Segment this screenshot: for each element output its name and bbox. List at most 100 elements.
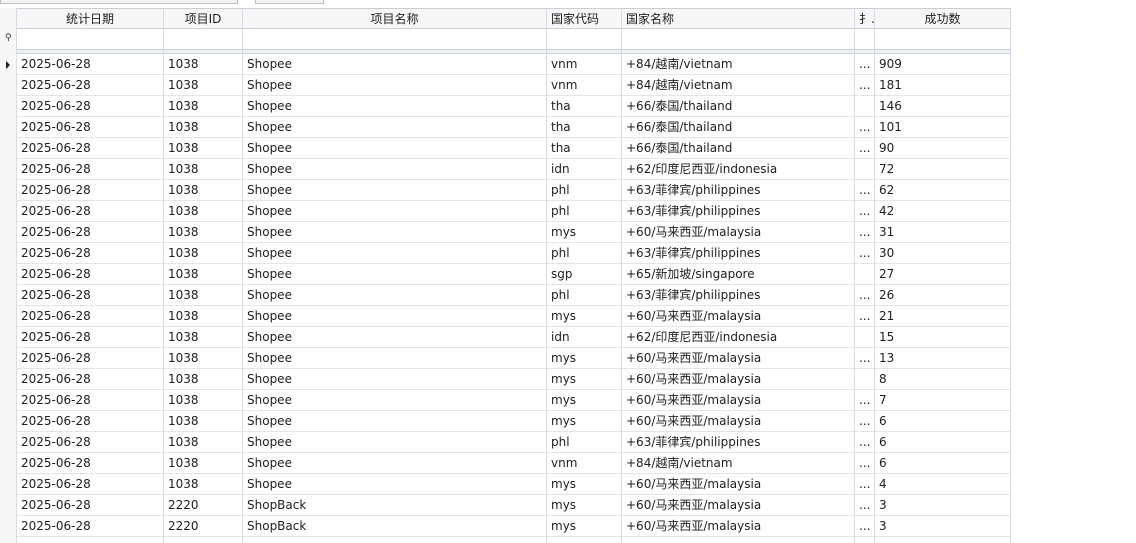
cell-ccode[interactable]: phl <box>547 243 622 263</box>
cell-pid[interactable]: 1038 <box>164 285 243 305</box>
cell-ccode[interactable]: mys <box>547 222 622 242</box>
toolbar-input-edge[interactable] <box>0 0 238 4</box>
cell-pname[interactable]: Shopee <box>243 180 547 200</box>
cell-cname[interactable]: +60/马来西亚/malaysia <box>622 390 855 410</box>
cell-extra[interactable]: ... <box>855 411 875 431</box>
cell-ccode[interactable]: vnm <box>547 54 622 74</box>
cell-extra[interactable]: ... <box>855 201 875 221</box>
cell-pid[interactable]: 1038 <box>164 453 243 473</box>
cell-count[interactable]: 146 <box>875 96 1011 116</box>
table-row[interactable]: 2025-06-28 1038 Shopee idn +62/印度尼西亚/indones… <box>0 159 1011 180</box>
cell-date[interactable]: 2025-06-28 <box>17 306 164 326</box>
cell-count[interactable]: 62 <box>875 180 1011 200</box>
table-row[interactable]: 2025-06-28 1038 Shopee idn +62/印度尼西亚/indones… <box>0 327 1011 348</box>
table-row[interactable]: 2025-06-28 1038 Shopee tha +66/泰国/thailand 14… <box>0 96 1011 117</box>
cell-count[interactable]: 6 <box>875 411 1011 431</box>
cell-pname[interactable]: Shopee <box>243 138 547 158</box>
cell-ccode[interactable]: idn <box>547 327 622 347</box>
cell-date[interactable]: 2025-06-28 <box>17 390 164 410</box>
cell-date[interactable]: 2025-06-28 <box>17 369 164 389</box>
table-row[interactable]: 2025-06-28 2220 ShopBack mys +60/马来西亚/malays… <box>0 495 1011 516</box>
cell-ccode[interactable]: phl <box>547 432 622 452</box>
table-row[interactable]: 2025-06-28 1038 Shopee mys +60/马来西亚/malaysia… <box>0 222 1011 243</box>
cell-cname[interactable]: +62/印度尼西亚/indonesia <box>622 327 855 347</box>
cell-extra[interactable]: ... <box>855 516 875 536</box>
filter-icon[interactable]: ⚲ <box>5 33 12 43</box>
cell-ccode[interactable]: tha <box>547 117 622 137</box>
cell-count[interactable]: 4 <box>875 474 1011 494</box>
cell-cname[interactable]: +66/泰国/thailand <box>622 117 855 137</box>
cell-ccode[interactable]: vnm <box>547 75 622 95</box>
cell-extra[interactable]: ... <box>855 180 875 200</box>
cell-pname[interactable]: Shopee <box>243 54 547 74</box>
cell-extra[interactable]: ... <box>855 222 875 242</box>
cell-cname[interactable]: +60/马来西亚/malaysia <box>622 495 855 515</box>
cell-pid[interactable]: 1038 <box>164 159 243 179</box>
cell-pname[interactable]: Shopee <box>243 285 547 305</box>
cell-cname[interactable]: +60/马来西亚/malaysia <box>622 369 855 389</box>
cell-count[interactable]: 42 <box>875 201 1011 221</box>
filter-cell-date[interactable] <box>17 29 164 49</box>
cell-extra[interactable]: ... <box>855 306 875 326</box>
cell-ccode[interactable]: tha <box>547 96 622 116</box>
cell-count[interactable]: 27 <box>875 264 1011 284</box>
cell-cname[interactable]: +63/菲律宾/philippines <box>622 243 855 263</box>
cell-date[interactable]: 2025-06-28 <box>17 96 164 116</box>
cell-pid[interactable]: 1038 <box>164 96 243 116</box>
table-row[interactable]: 2025-06-28 1038 Shopee mys +60/马来西亚/malaysia… <box>0 369 1011 390</box>
cell-date[interactable]: 2025-06-28 <box>17 285 164 305</box>
cell-cname[interactable]: +66/泰国/thailand <box>622 96 855 116</box>
cell-extra[interactable]: ... <box>855 138 875 158</box>
cell-pname[interactable]: Shopee <box>243 411 547 431</box>
cell-extra[interactable] <box>855 369 875 389</box>
cell-count[interactable]: 909 <box>875 54 1011 74</box>
cell-ccode[interactable]: phl <box>547 180 622 200</box>
cell-extra[interactable]: ... <box>855 453 875 473</box>
cell-pname[interactable]: Shopee <box>243 306 547 326</box>
cell-date[interactable]: 2025-06-28 <box>17 453 164 473</box>
cell-pid[interactable]: 1038 <box>164 243 243 263</box>
cell-count[interactable]: 13 <box>875 348 1011 368</box>
cell-extra[interactable]: ... <box>855 54 875 74</box>
cell-pid[interactable]: 1038 <box>164 54 243 74</box>
column-header-extra[interactable]: 扌.. <box>855 9 875 29</box>
cell-date[interactable]: 2025-06-28 <box>17 411 164 431</box>
cell-extra[interactable]: ... <box>855 285 875 305</box>
cell-count[interactable]: 90 <box>875 138 1011 158</box>
cell-pname[interactable]: Shopee <box>243 390 547 410</box>
cell-cname[interactable]: +62/印度尼西亚/indonesia <box>622 159 855 179</box>
cell-pname[interactable]: Shopee <box>243 201 547 221</box>
cell-pid[interactable]: 1038 <box>164 348 243 368</box>
table-row[interactable]: 2025-06-28 1038 Shopee mys +60/马来西亚/malaysia… <box>0 348 1011 369</box>
cell-pid[interactable]: 1038 <box>164 432 243 452</box>
cell-date[interactable]: 2025-06-28 <box>17 516 164 536</box>
cell-pid[interactable]: 1038 <box>164 264 243 284</box>
cell-count[interactable]: 26 <box>875 285 1011 305</box>
cell-extra[interactable] <box>855 264 875 284</box>
cell-pid[interactable]: 1038 <box>164 201 243 221</box>
cell-cname[interactable]: +84/越南/vietnam <box>622 75 855 95</box>
cell-pname[interactable]: Shopee <box>243 117 547 137</box>
cell-ccode[interactable]: mys <box>547 348 622 368</box>
cell-date[interactable]: 2025-06-28 <box>17 138 164 158</box>
table-row[interactable]: 2025-06-28 1038 Shopee vnm +84/越南/vietnam...… <box>0 453 1011 474</box>
cell-pname[interactable]: ShopBack <box>243 495 547 515</box>
cell-date[interactable]: 2025-06-28 <box>17 474 164 494</box>
cell-pname[interactable]: Shopee <box>243 75 547 95</box>
cell-cname[interactable]: +63/菲律宾/philippines <box>622 201 855 221</box>
cell-pid[interactable]: 1038 <box>164 474 243 494</box>
cell-extra[interactable]: ... <box>855 348 875 368</box>
cell-pname[interactable]: Shopee <box>243 264 547 284</box>
table-row[interactable]: 2025-06-28 2220 ShopBack mys +60/马来西亚/malays… <box>0 516 1011 537</box>
table-row[interactable]: 2025-06-28 1038 Shopee phl +63/菲律宾/philippin… <box>0 285 1011 306</box>
cell-count[interactable]: 3 <box>875 495 1011 515</box>
cell-pid[interactable]: 1038 <box>164 75 243 95</box>
cell-pid[interactable]: 1038 <box>164 222 243 242</box>
cell-date[interactable]: 2025-06-28 <box>17 243 164 263</box>
cell-pname[interactable]: Shopee <box>243 243 547 263</box>
cell-cname[interactable]: +60/马来西亚/malaysia <box>622 306 855 326</box>
table-row[interactable]: 2025-06-28 1038 Shopee vnm +84/越南/vietnam...… <box>0 54 1011 75</box>
column-header-ccode[interactable]: 国家代码 <box>547 9 622 29</box>
cell-ccode[interactable]: tha <box>547 138 622 158</box>
column-header-pname[interactable]: 项目名称 <box>243 9 547 29</box>
